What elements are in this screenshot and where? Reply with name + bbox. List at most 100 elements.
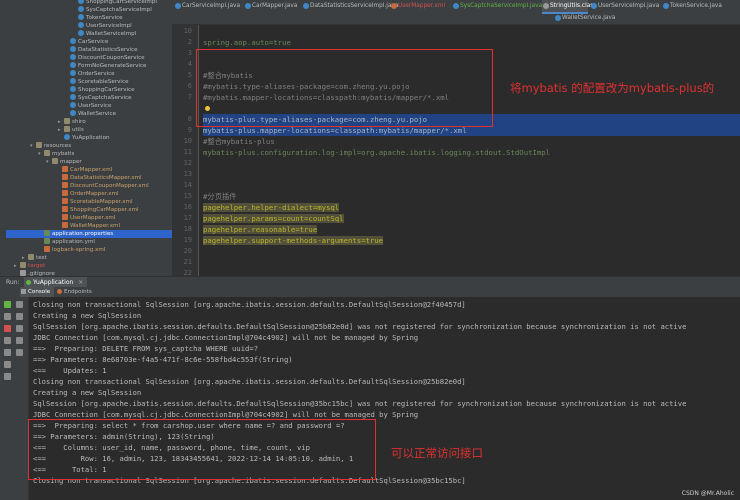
line-number: 2 (187, 38, 192, 46)
tree-item[interactable]: ▾ mapper (6, 158, 172, 166)
tree-item[interactable]: SysCaptchaService (6, 94, 172, 102)
tree-item[interactable]: CarService (6, 38, 172, 46)
line-number: 16 (183, 203, 192, 211)
tree-item[interactable]: DiscountCouponService (6, 54, 172, 62)
soft-wrap-icon[interactable] (16, 325, 23, 332)
tree-item[interactable]: YuApplication (6, 134, 172, 142)
tree-item[interactable]: UserMapper.xml (6, 214, 172, 222)
console-icon (21, 289, 26, 294)
tree-item-label: WalletMapper.xml (70, 223, 121, 229)
tree-item-label: UserServiceImpl (86, 23, 132, 29)
folder-icon (36, 142, 42, 148)
tree-item[interactable]: OrderService (6, 70, 172, 78)
editor-tab[interactable]: WalletService.java (554, 12, 615, 24)
tree-item-label: ShoppingCarMapper.xml (70, 207, 139, 213)
tree-item[interactable]: ▸ shiro (6, 118, 172, 126)
class-icon (70, 102, 76, 108)
line-number: 6 (187, 82, 192, 90)
editor-tab[interactable]: SysCaptchaServiceImpl.java (452, 0, 542, 12)
tab-endpoints[interactable]: Endpoints (56, 287, 92, 297)
close-icon[interactable]: × (78, 279, 83, 286)
scroll-down-icon[interactable] (16, 313, 23, 320)
editor-tab[interactable]: UserServiceImpl.java (590, 0, 660, 12)
tree-item[interactable]: DataStatisticsService (6, 46, 172, 54)
tree-item-label: test (36, 255, 47, 261)
line-number: 4 (187, 60, 192, 68)
editor-tab[interactable]: CarMapper.java (244, 0, 300, 12)
pin-icon[interactable] (4, 373, 11, 380)
rerun-icon[interactable] (4, 301, 11, 308)
line-number: 17 (183, 214, 192, 222)
highlight-box-result (28, 419, 376, 480)
tree-item[interactable]: DiscountCouponMapper.xml (6, 182, 172, 190)
tree-item[interactable]: ▸ target (6, 262, 172, 270)
line-number: 13 (183, 170, 192, 178)
tree-item[interactable]: logback-spring.xml (6, 246, 172, 254)
project-tree[interactable]: ShoppingCartServiceImpl SysCaptchaService… (6, 0, 173, 276)
tree-item[interactable]: CarMapper.xml (6, 166, 172, 174)
tree-item[interactable]: SysCaptchaServiceImpl (6, 6, 172, 14)
stop-icon[interactable] (4, 325, 11, 332)
tree-item-label: WalletService (78, 111, 117, 117)
tab-endpoints-label: Endpoints (64, 289, 92, 295)
editor-tab[interactable]: CarServiceImpl.java (174, 0, 242, 12)
code-text: #分页插件 (203, 192, 237, 201)
tree-item[interactable]: ▾ resources (6, 142, 172, 150)
tree-item[interactable]: application.properties (6, 230, 172, 238)
class-icon (70, 62, 76, 68)
tab-console[interactable]: Console (20, 287, 55, 297)
run-app-tab-label: YuApplication (33, 279, 74, 286)
tree-item[interactable]: application.yml (6, 238, 172, 246)
tree-item-label: YuApplication (72, 135, 110, 141)
file-type-icon (543, 3, 549, 9)
tree-item[interactable]: ScoretableMapper.xml (6, 198, 172, 206)
wrench-icon[interactable] (4, 313, 11, 320)
class-icon (70, 78, 76, 84)
tree-item[interactable]: OrderMapper.xml (6, 190, 172, 198)
tree-item[interactable]: WalletServiceImpl (6, 30, 172, 38)
class-icon (78, 22, 84, 28)
tree-item[interactable]: ScoretableService (6, 78, 172, 86)
editor-tab[interactable]: UserMapper.xml (390, 0, 450, 12)
tree-item[interactable]: WalletService (6, 110, 172, 118)
tree-item[interactable]: UserServiceImpl (6, 22, 172, 30)
tree-item[interactable]: ▸ utils (6, 126, 172, 134)
clear-all-icon[interactable] (16, 349, 23, 356)
code-text: pagehelper.helper-dialect=mysql (203, 203, 340, 212)
tree-item-label: ScoretableMapper.xml (70, 199, 133, 205)
restore-layout-icon[interactable] (4, 349, 11, 356)
xml-icon (62, 206, 68, 212)
code-text: mybatis-plus.mapper-locations=classpath:… (203, 126, 467, 135)
print-icon[interactable] (16, 337, 23, 344)
code-text: pagehelper.reasonable=true (203, 225, 318, 234)
settings-icon[interactable] (4, 361, 11, 368)
tree-item[interactable]: WalletMapper.xml (6, 222, 172, 230)
tree-item[interactable]: FormNoGenerateService (6, 62, 172, 70)
line-number: 14 (183, 181, 192, 189)
tree-item[interactable]: TokenService (6, 14, 172, 22)
tree-item-label: FormNoGenerateService (78, 63, 147, 69)
tree-item[interactable]: ShoppingCarMapper.xml (6, 206, 172, 214)
tab-console-label: Console (28, 289, 51, 295)
tree-item[interactable]: UserService (6, 102, 172, 110)
editor-tab[interactable]: TokenService.java (662, 0, 726, 12)
tree-item[interactable]: DataStatisticsMapper.xml (6, 174, 172, 182)
camera-icon[interactable] (4, 337, 11, 344)
editor-tab[interactable]: DataStatisticsServiceImpl.java (302, 0, 398, 12)
folder-icon (64, 118, 70, 124)
tree-item[interactable]: ▾ mybatis (6, 150, 172, 158)
file-type-icon (555, 15, 561, 21)
xml-icon (62, 222, 68, 228)
tree-item[interactable]: ShoppingCarService (6, 86, 172, 94)
tree-item-label: CarMapper.xml (70, 167, 113, 173)
class-icon (78, 30, 84, 36)
tree-item-label: ShoppingCartServiceImpl (86, 0, 157, 5)
run-app-icon (26, 280, 31, 285)
tree-item[interactable]: ▸ test (6, 254, 172, 262)
file-type-icon (245, 3, 251, 9)
scroll-up-icon[interactable] (16, 301, 23, 308)
editor-tab-label: DataStatisticsServiceImpl.java (310, 3, 399, 9)
